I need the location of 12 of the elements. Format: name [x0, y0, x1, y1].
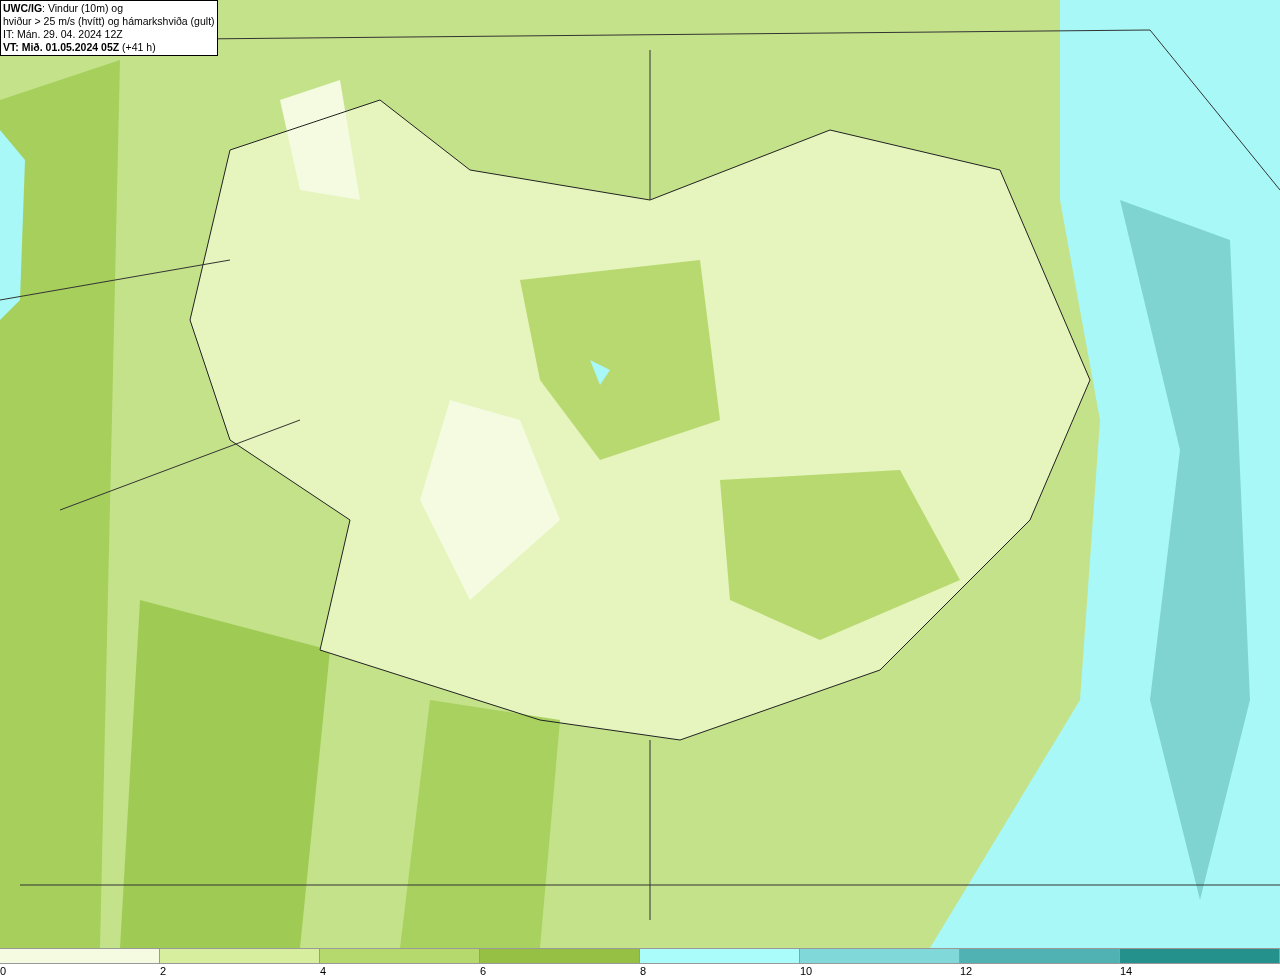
legend-label: 6 — [480, 964, 487, 978]
legend-label: 10 — [800, 964, 813, 978]
info-text: IT: Mán. 29. 04. 2024 12Z — [3, 28, 124, 41]
legend-label: 4 — [320, 964, 327, 978]
legend-label: 2 — [160, 964, 167, 978]
info-text: VT: Mið. 01.05.2024 05Z (+41 h) — [3, 41, 157, 54]
info-text: UWC/IG: Vindur (10m) og — [3, 2, 124, 15]
legend-label: 8 — [640, 964, 647, 978]
legend-label: 14 — [1120, 964, 1133, 978]
info-text: hviður > 25 m/s (hvítt) og hámarkshviða (gult) — [3, 15, 215, 28]
legend-label: 0 — [0, 964, 7, 978]
legend-label: 12 — [960, 964, 973, 978]
